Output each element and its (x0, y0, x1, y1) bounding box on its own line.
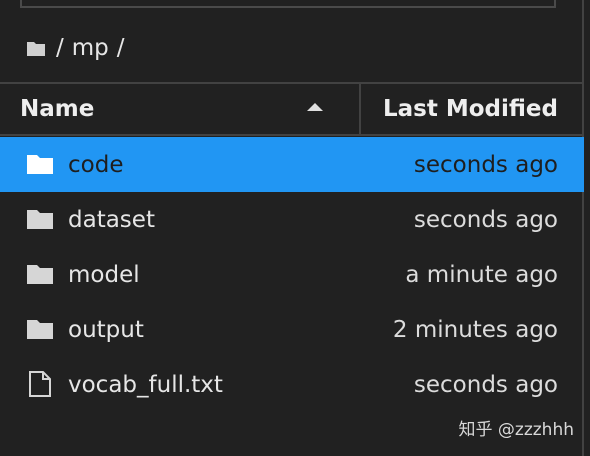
divider (0, 134, 584, 136)
breadcrumb-item-mp[interactable]: mp (72, 35, 109, 61)
column-header-modified-label: Last Modified (382, 96, 558, 122)
file-name: dataset (68, 206, 155, 233)
file-modified: seconds ago (413, 206, 558, 233)
folder-icon (27, 210, 53, 229)
file-row-output[interactable]: output 2 minutes ago (0, 302, 584, 357)
file-name: vocab_full.txt (68, 371, 223, 398)
folder-icon (27, 320, 53, 339)
folder-icon (27, 265, 53, 284)
folder-home-icon[interactable] (26, 39, 46, 57)
file-list-header: Name Last Modified (0, 84, 584, 134)
breadcrumb: / mp / (26, 32, 133, 64)
filter-input[interactable] (20, 0, 556, 8)
text-file-icon (29, 371, 51, 397)
watermark: 知乎 @zzzhhh (458, 420, 575, 440)
column-header-last-modified[interactable]: Last Modified (383, 84, 558, 134)
file-row-dataset[interactable]: dataset seconds ago (0, 192, 584, 247)
breadcrumb-separator: / (56, 35, 64, 61)
file-name: code (68, 151, 124, 178)
file-modified: seconds ago (413, 371, 558, 398)
column-resize-handle[interactable] (359, 84, 361, 134)
sort-ascending-icon[interactable] (306, 102, 324, 112)
file-modified: 2 minutes ago (392, 316, 558, 343)
file-modified: seconds ago (413, 151, 558, 178)
file-row-vocab-full[interactable]: vocab_full.txt seconds ago (0, 357, 584, 412)
folder-icon (27, 155, 53, 174)
file-row-code[interactable]: code seconds ago (0, 137, 584, 192)
file-row-model[interactable]: model a minute ago (0, 247, 584, 302)
file-modified: a minute ago (405, 261, 558, 288)
file-name: output (68, 316, 144, 343)
file-name: model (68, 261, 140, 288)
file-list: code seconds ago dataset seconds ago mod… (0, 137, 584, 412)
breadcrumb-separator: / (116, 35, 125, 61)
column-header-name-label: Name (20, 96, 95, 122)
